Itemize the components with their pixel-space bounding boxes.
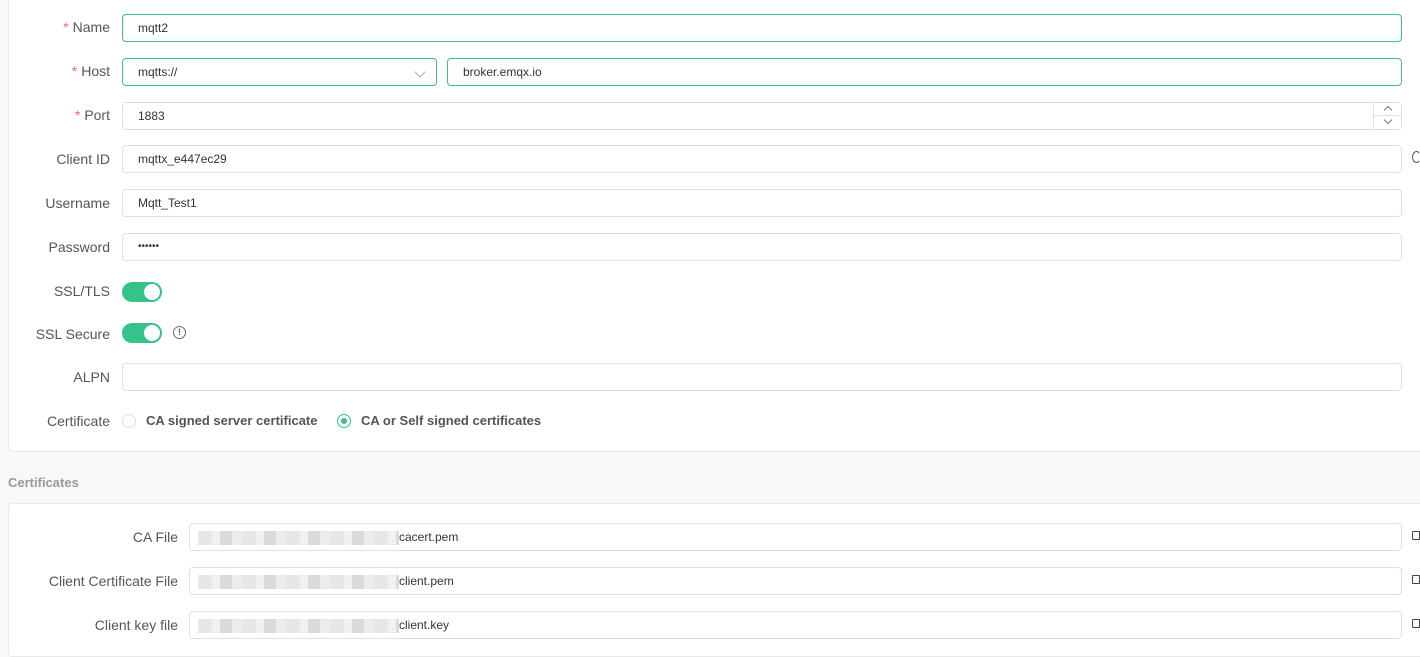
ca-file-input[interactable]: cacert.pem bbox=[189, 523, 1402, 551]
client-key-label: Client key file bbox=[94, 617, 178, 633]
folder-icon[interactable] bbox=[1412, 619, 1420, 628]
host-input[interactable]: broker.emqx.io bbox=[447, 58, 1402, 86]
port-stepper bbox=[1373, 103, 1401, 129]
self-signed-radio[interactable] bbox=[337, 414, 351, 428]
ssl-secure-label: SSL Secure bbox=[35, 326, 110, 342]
client-cert-label: Client Certificate File bbox=[48, 573, 178, 589]
chevron-up-icon bbox=[1383, 105, 1393, 115]
username-label: Username bbox=[45, 195, 110, 211]
toggle-knob bbox=[144, 284, 160, 300]
alpn-input[interactable] bbox=[122, 363, 1402, 391]
self-signed-label[interactable]: CA or Self signed certificates bbox=[361, 413, 541, 429]
username-input[interactable]: Mqtt_Test1 bbox=[122, 189, 1402, 217]
port-input[interactable]: 1883 bbox=[122, 102, 1402, 130]
password-label: Password bbox=[48, 239, 110, 255]
client-id-input[interactable]: mqttx_e447ec29 bbox=[122, 145, 1402, 173]
name-label: * Name bbox=[63, 19, 110, 35]
port-decrease-button[interactable] bbox=[1374, 115, 1401, 129]
ssl-secure-toggle[interactable] bbox=[122, 323, 162, 343]
ca-signed-server-label[interactable]: CA signed server certificate bbox=[146, 413, 317, 429]
redacted-path bbox=[198, 574, 399, 589]
name-input[interactable]: mqtt2 bbox=[122, 14, 1402, 42]
client-id-label: Client ID bbox=[56, 151, 110, 167]
ca-file-label: CA File bbox=[132, 529, 178, 545]
alpn-label: ALPN bbox=[73, 369, 110, 385]
refresh-icon[interactable] bbox=[1412, 151, 1420, 163]
redacted-path bbox=[198, 618, 399, 633]
password-input[interactable]: •••••• bbox=[122, 233, 1402, 261]
chevron-down-icon bbox=[1383, 115, 1393, 125]
client-key-input[interactable]: client.key bbox=[189, 611, 1402, 639]
port-label: * Port bbox=[74, 107, 110, 123]
protocol-select[interactable]: mqtts:// bbox=[122, 58, 437, 86]
info-icon[interactable]: ! bbox=[173, 326, 186, 339]
ca-signed-server-radio[interactable] bbox=[122, 414, 136, 428]
ssl-tls-toggle[interactable] bbox=[122, 282, 162, 302]
port-increase-button[interactable] bbox=[1374, 103, 1401, 116]
host-label: * Host bbox=[71, 63, 110, 79]
certificates-section-title: Certificates bbox=[8, 475, 79, 490]
folder-icon[interactable] bbox=[1412, 531, 1420, 540]
toggle-knob bbox=[144, 325, 160, 341]
client-cert-input[interactable]: client.pem bbox=[189, 567, 1402, 595]
chevron-down-icon bbox=[414, 66, 426, 78]
certificate-label: Certificate bbox=[46, 413, 110, 429]
folder-icon[interactable] bbox=[1412, 575, 1420, 584]
redacted-path bbox=[198, 530, 399, 545]
ssl-tls-label: SSL/TLS bbox=[53, 283, 110, 299]
